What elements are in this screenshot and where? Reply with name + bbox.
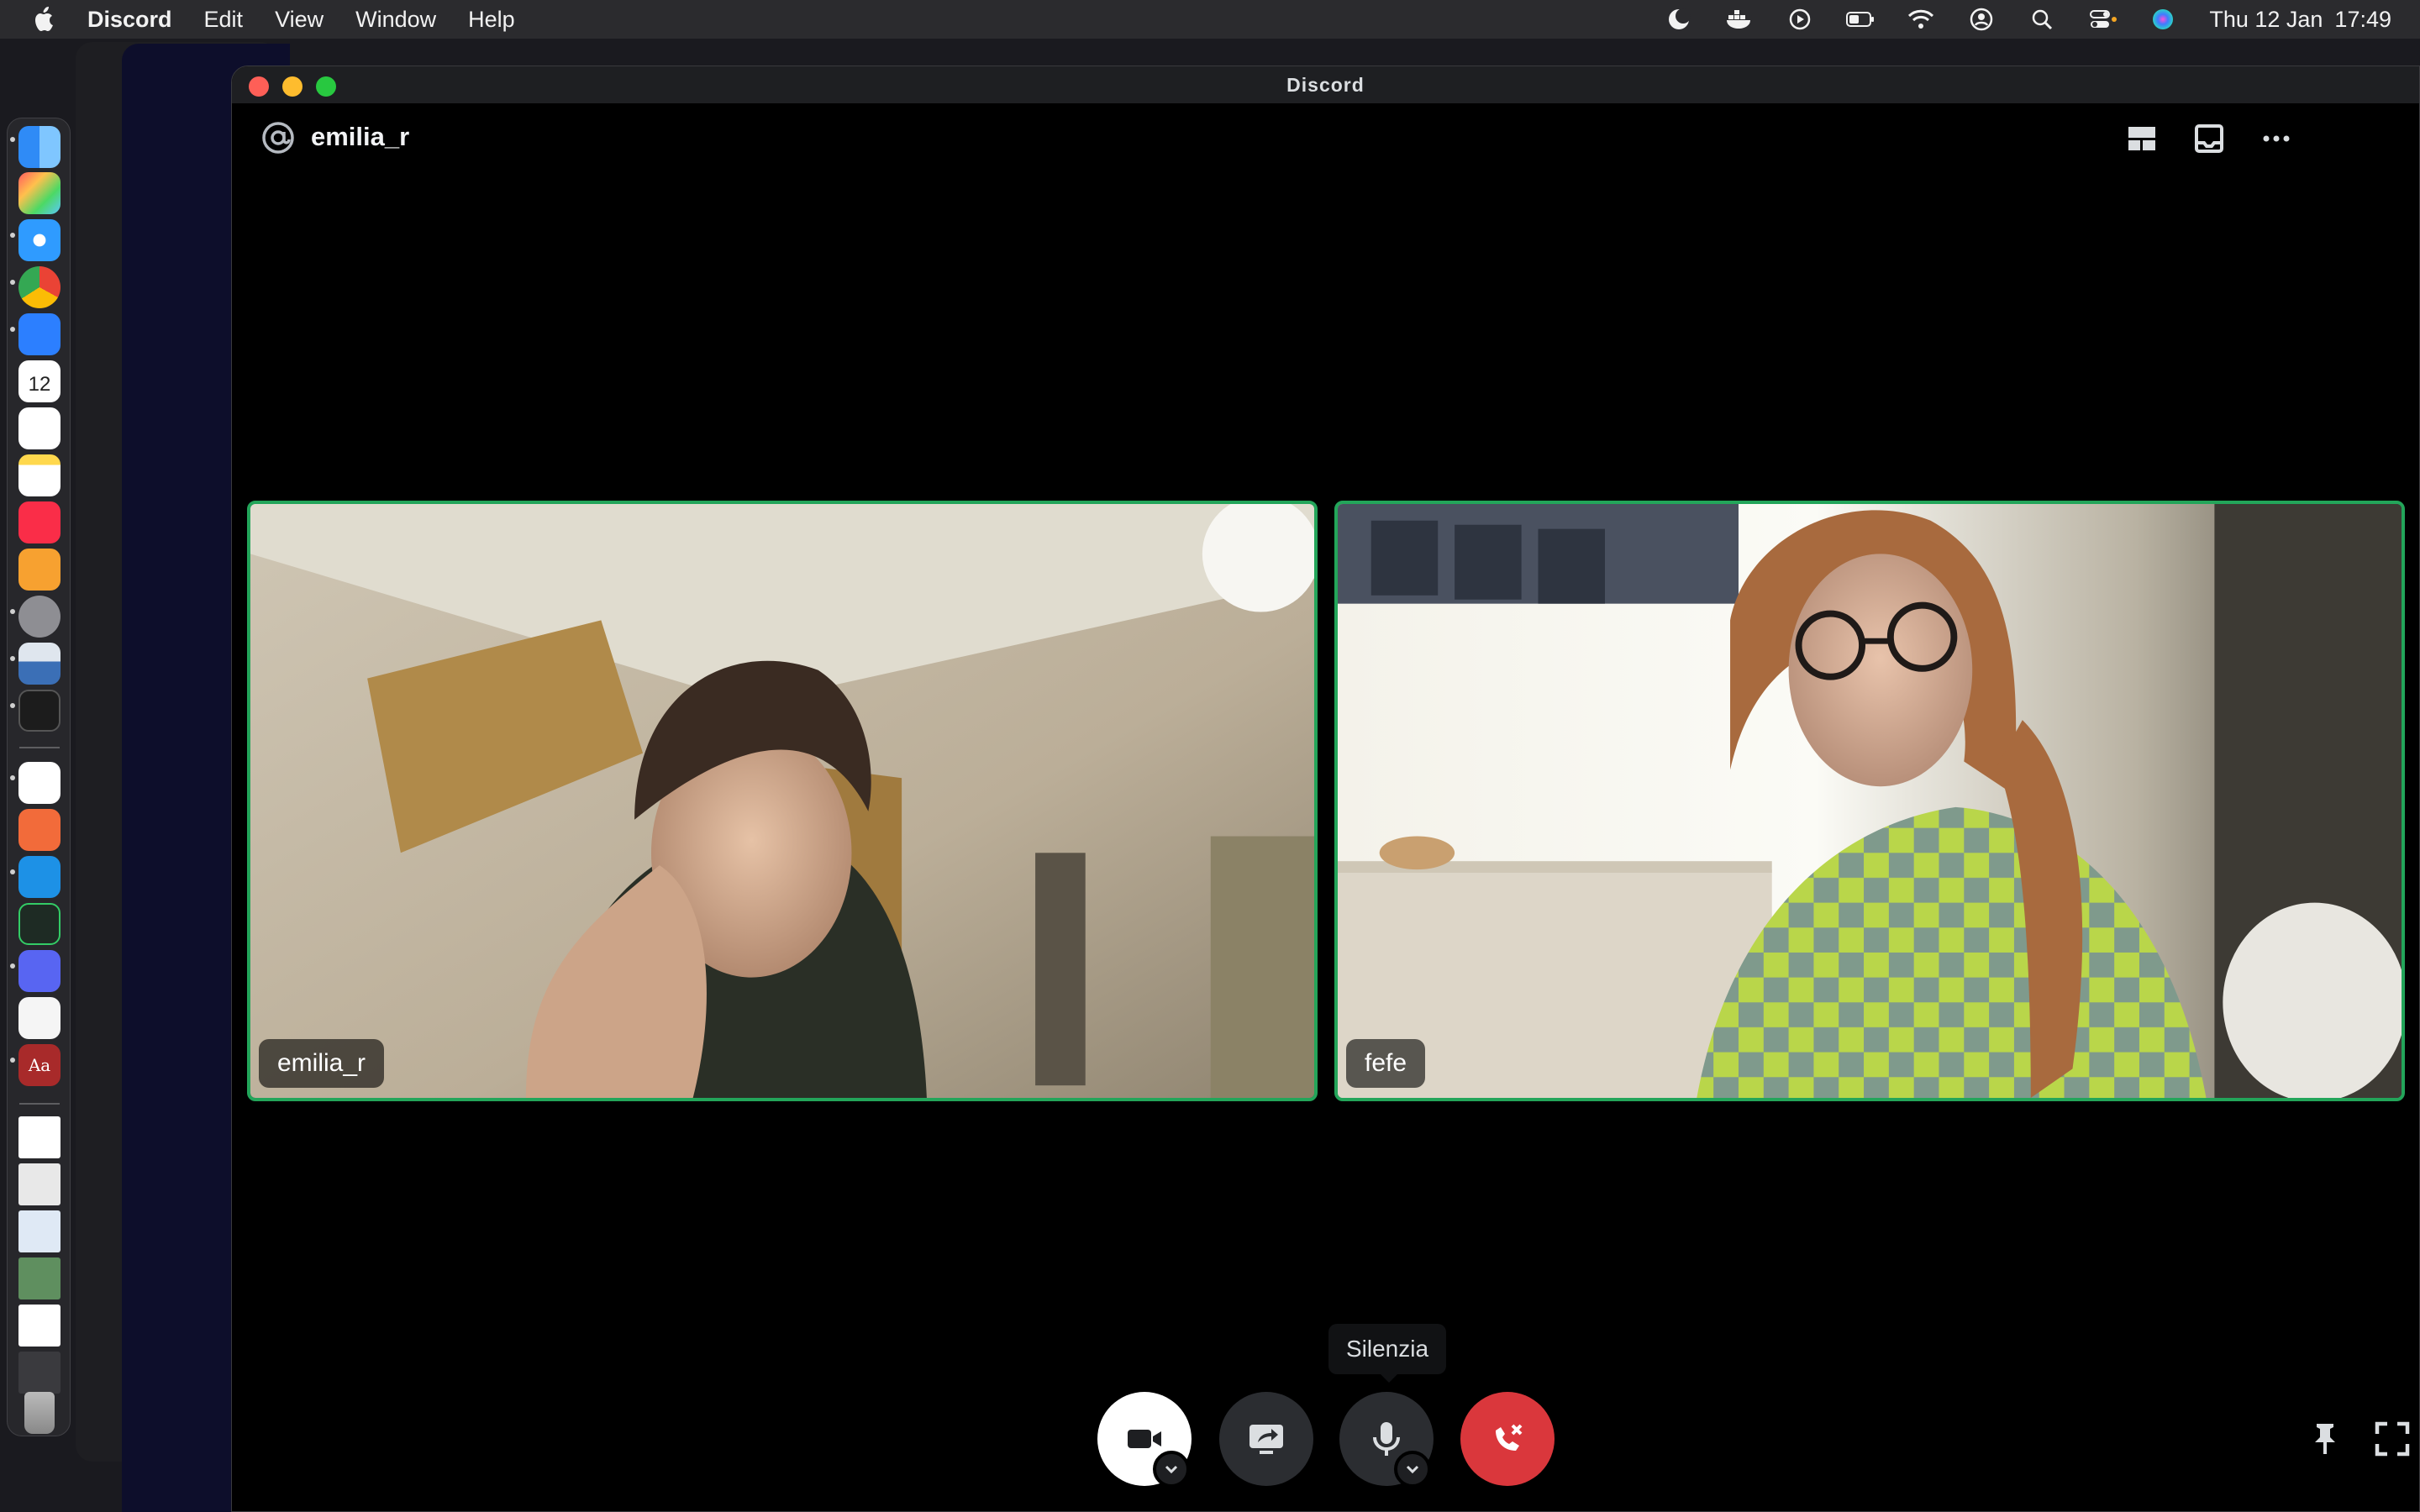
preview-icon[interactable] [18, 643, 60, 685]
textedit-icon[interactable] [18, 997, 60, 1039]
docker-app-icon[interactable] [18, 856, 60, 898]
apple-icon[interactable] [32, 5, 57, 34]
minimize-window-button[interactable] [282, 76, 302, 97]
spotlight-search-icon[interactable] [2028, 7, 2056, 32]
terminal-icon[interactable] [18, 690, 60, 732]
trash-icon[interactable] [24, 1392, 55, 1434]
dictionary-icon[interactable]: Aa [18, 1044, 60, 1086]
more-options-icon[interactable] [2260, 122, 2293, 155]
dock-running-dot [10, 280, 15, 285]
menu-app-discord[interactable]: Discord [87, 7, 172, 33]
microphone-icon [1373, 1422, 1400, 1456]
camera-options-button[interactable] [1153, 1451, 1190, 1488]
wifi-icon[interactable] [1907, 7, 1935, 32]
dock-running-dot [10, 1058, 15, 1063]
menu-bar: Discord Edit View Window Help Thu 12 Jan… [0, 0, 2420, 39]
mail-icon[interactable] [18, 313, 60, 355]
menu-help[interactable]: Help [468, 7, 515, 33]
dock-running-dot [10, 137, 15, 142]
video-feed-fefe [1338, 504, 2402, 1098]
user-circle-icon[interactable] [1967, 7, 1996, 32]
dock-separator [19, 1103, 60, 1105]
pages-icon[interactable] [18, 549, 60, 591]
screen-share-button[interactable] [1219, 1392, 1313, 1486]
menu-window[interactable]: Window [355, 7, 436, 33]
dock-running-dot [10, 775, 15, 780]
inbox-icon[interactable] [2192, 122, 2226, 155]
tooltip-arrow [1381, 1374, 1397, 1383]
safari-icon[interactable] [18, 219, 60, 261]
siri-icon[interactable] [2149, 7, 2177, 32]
document-icon[interactable] [18, 1352, 60, 1394]
hang-up-phone-icon [1496, 1424, 1523, 1451]
launchpad-icon[interactable] [18, 172, 60, 214]
video-tile-fefe[interactable]: fefe [1334, 501, 2405, 1101]
battery-icon[interactable] [1846, 7, 1875, 32]
window-title: Discord [1286, 73, 1365, 96]
dock: 12 Aa [7, 118, 71, 1436]
dock-running-dot [10, 963, 15, 969]
video-feed-emilia [250, 504, 1314, 1098]
discord-window: Discord emilia_r emilia_r fefe Silenzia [231, 66, 2420, 1512]
dm-username: emilia_r [311, 122, 410, 151]
menubar-clock[interactable]: Thu 12 Jan 17:49 [2209, 7, 2391, 33]
close-window-button[interactable] [249, 76, 269, 97]
document-icon[interactable] [18, 1163, 60, 1205]
finder-icon[interactable] [18, 126, 60, 168]
mute-tooltip: Silenzia [1328, 1324, 1446, 1374]
layout-grid-icon[interactable] [2125, 122, 2159, 155]
window-titlebar[interactable]: Discord [232, 66, 2419, 103]
system-preferences-icon[interactable] [18, 596, 60, 638]
chrome-icon[interactable] [18, 266, 60, 308]
dock-running-dot [10, 703, 15, 708]
clock-date: Thu 12 Jan [2209, 6, 2323, 32]
video-tile-emilia[interactable]: emilia_r [247, 501, 1318, 1101]
dock-separator [19, 747, 60, 748]
dock-running-dot [10, 233, 15, 238]
at-sign-icon [262, 122, 294, 154]
pencil-app-icon[interactable] [18, 809, 60, 851]
chevron-down-icon [1406, 1465, 1419, 1474]
vscode-icon[interactable] [18, 762, 60, 804]
dock-running-dot [10, 327, 15, 332]
call-header: emilia_r [232, 103, 2419, 171]
end-call-button[interactable] [1460, 1392, 1555, 1486]
fullscreen-icon[interactable] [2372, 1419, 2412, 1459]
dock-running-dot [10, 869, 15, 874]
image-file-icon[interactable] [18, 1257, 60, 1299]
screen-share-icon [1249, 1425, 1283, 1454]
chevron-down-icon [1165, 1465, 1178, 1474]
clock-time: 17:49 [2334, 6, 2391, 32]
menu-edit[interactable]: Edit [204, 7, 244, 33]
menu-view[interactable]: View [275, 7, 324, 33]
discord-app-icon[interactable] [18, 950, 60, 992]
calendar-icon[interactable]: 12 [18, 360, 60, 402]
document-icon[interactable] [18, 1116, 60, 1158]
document-icon[interactable] [18, 1210, 60, 1252]
reminders-icon[interactable] [18, 407, 60, 449]
music-icon[interactable] [18, 501, 60, 543]
moon-icon[interactable] [1665, 7, 1693, 32]
microphone-options-button[interactable] [1394, 1451, 1431, 1488]
participant-name-tag: emilia_r [259, 1039, 385, 1088]
document-icon[interactable] [18, 1305, 60, 1347]
control-center-icon[interactable] [2088, 7, 2118, 32]
dock-running-dot [10, 656, 15, 661]
docker-icon[interactable] [1725, 7, 1754, 32]
video-camera-icon [1128, 1430, 1161, 1448]
activity-monitor-icon[interactable] [18, 903, 60, 945]
pin-icon[interactable] [2305, 1419, 2345, 1459]
participant-name-tag: fefe [1346, 1039, 1426, 1088]
dock-running-dot [10, 609, 15, 614]
maximize-window-button[interactable] [316, 76, 336, 97]
notes-icon[interactable] [18, 454, 60, 496]
play-circle-icon[interactable] [1786, 7, 1814, 32]
